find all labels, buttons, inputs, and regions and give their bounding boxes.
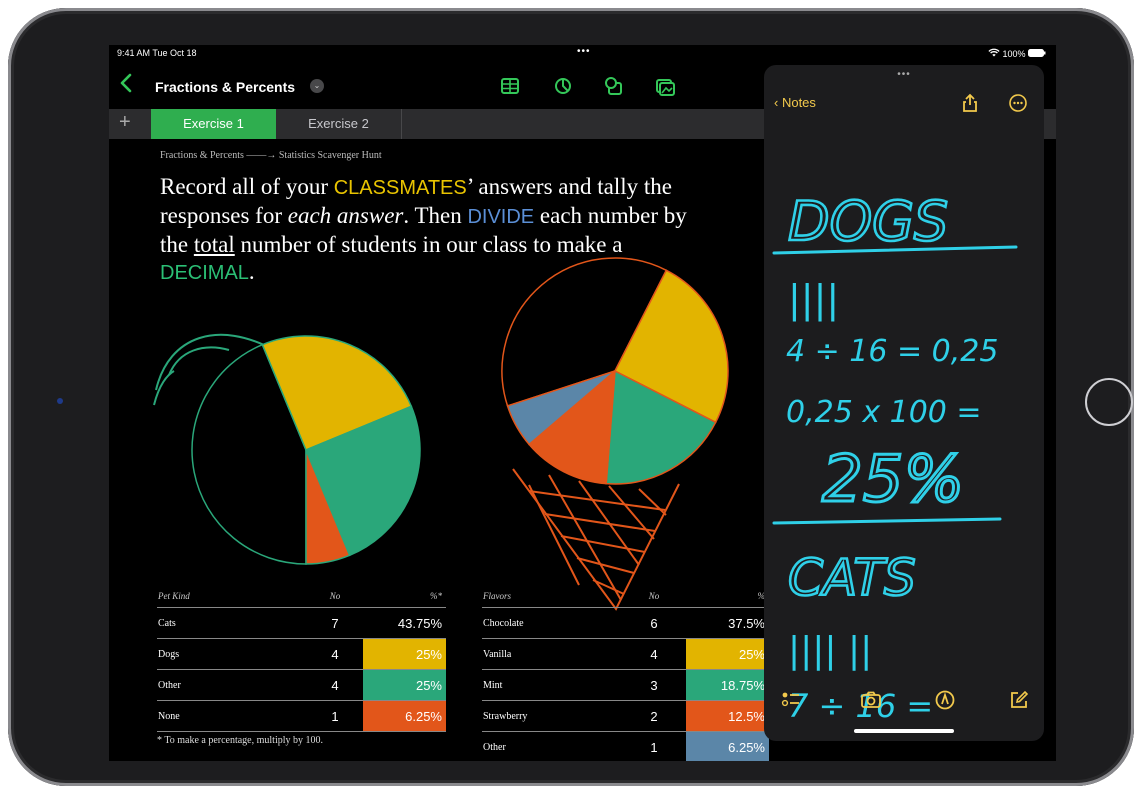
markup-icon[interactable] bbox=[934, 689, 956, 711]
notes-slide-over: ••• ‹ Notes DOGS |||| 4 ÷ 16 = 0,25 0,25… bbox=[764, 65, 1044, 741]
checklist-icon[interactable] bbox=[780, 689, 802, 711]
battery-status: 100% bbox=[988, 48, 1046, 59]
ink-text: |||| bbox=[788, 277, 839, 322]
row-count: 4 bbox=[622, 638, 686, 670]
row-percent: 25% bbox=[686, 638, 769, 670]
row-count: 3 bbox=[622, 669, 686, 701]
row-percent: 37.5% bbox=[686, 607, 769, 639]
row-count: 4 bbox=[307, 669, 363, 701]
ink-underline bbox=[772, 517, 1002, 525]
ink-text: CATS bbox=[788, 549, 916, 607]
table-row: Strawberry 2 12.5% bbox=[482, 700, 769, 732]
row-count: 6 bbox=[622, 607, 686, 639]
row-percent: 43.75% bbox=[363, 607, 446, 639]
table-row: Chocolate 6 37.5% bbox=[482, 607, 769, 639]
flavors-pie-chart bbox=[501, 257, 729, 485]
chevron-left-icon: ‹ bbox=[774, 95, 782, 110]
notes-back-button[interactable]: ‹ Notes bbox=[774, 95, 816, 110]
share-icon[interactable] bbox=[960, 93, 980, 113]
column-header: % bbox=[686, 585, 769, 608]
pets-table: Pet Kind No %* Cats 7 43.75% Dogs 4 25% Other 4… bbox=[157, 585, 446, 732]
row-label: Chocolate bbox=[482, 607, 622, 639]
column-header: No bbox=[622, 585, 686, 608]
home-indicator[interactable] bbox=[854, 729, 954, 733]
slide-over-grabber[interactable]: ••• bbox=[764, 69, 1044, 80]
ink-text: 4 ÷ 16 = 0,25 bbox=[786, 334, 998, 369]
ink-text: |||| || bbox=[788, 630, 872, 671]
notes-back-label: Notes bbox=[781, 95, 816, 110]
table-row: Other 4 25% bbox=[157, 669, 446, 701]
table-row: None 1 6.25% bbox=[157, 700, 446, 732]
home-button[interactable] bbox=[1085, 378, 1133, 426]
row-count: 2 bbox=[622, 700, 686, 732]
battery-icon bbox=[1028, 49, 1046, 59]
battery-label: 100% bbox=[1002, 49, 1026, 59]
table-row: Mint 3 18.75% bbox=[482, 669, 769, 701]
ink-text: DOGS bbox=[788, 190, 948, 253]
row-label: Vanilla bbox=[482, 638, 622, 670]
row-percent: 18.75% bbox=[686, 669, 769, 701]
column-header: %* bbox=[363, 585, 446, 608]
wifi-icon bbox=[988, 48, 1003, 59]
table-row: Dogs 4 25% bbox=[157, 638, 446, 670]
more-icon[interactable] bbox=[1008, 93, 1028, 113]
row-label: Strawberry bbox=[482, 700, 622, 732]
row-label: Dogs bbox=[157, 638, 307, 670]
table-row: Other 1 6.25% bbox=[482, 731, 769, 761]
row-label: Other bbox=[157, 669, 307, 701]
ink-text: 0,25 x 100 = bbox=[786, 395, 982, 430]
table-row: Cats 7 43.75% bbox=[157, 607, 446, 639]
row-count: 1 bbox=[307, 700, 363, 732]
row-percent: 6.25% bbox=[363, 700, 446, 732]
camera-dot bbox=[57, 398, 63, 404]
row-percent: 6.25% bbox=[686, 731, 769, 761]
handwriting-canvas[interactable]: DOGS |||| 4 ÷ 16 = 0,25 0,25 x 100 = 25%… bbox=[764, 125, 1044, 725]
screen: 9:41 AM Tue Oct 18 ••• 100% Fractions & … bbox=[109, 45, 1056, 761]
ink-text: 25% bbox=[822, 443, 964, 517]
column-header: Pet Kind bbox=[157, 585, 307, 608]
row-percent: 25% bbox=[363, 669, 446, 701]
row-label: Mint bbox=[482, 669, 622, 701]
row-count: 7 bbox=[307, 607, 363, 639]
row-label: Cats bbox=[157, 607, 307, 639]
footnote: * To make a percentage, multiply by 100. bbox=[157, 735, 324, 746]
column-header: Flavors bbox=[482, 585, 622, 608]
compose-icon[interactable] bbox=[1008, 689, 1030, 711]
row-count: 1 bbox=[622, 731, 686, 761]
row-label: None bbox=[157, 700, 307, 732]
table-header-row: Pet Kind No %* bbox=[157, 585, 446, 608]
camera-icon[interactable] bbox=[860, 689, 882, 711]
column-header: No bbox=[307, 585, 363, 608]
row-count: 4 bbox=[307, 638, 363, 670]
row-percent: 12.5% bbox=[686, 700, 769, 732]
pets-pie-chart bbox=[191, 335, 421, 565]
table-row: Vanilla 4 25% bbox=[482, 638, 769, 670]
row-percent: 25% bbox=[363, 638, 446, 670]
flavors-table: Flavors No % Chocolate 6 37.5% Vanilla 4 25% M… bbox=[482, 585, 769, 761]
table-header-row: Flavors No % bbox=[482, 585, 769, 608]
row-label: Other bbox=[482, 731, 622, 761]
